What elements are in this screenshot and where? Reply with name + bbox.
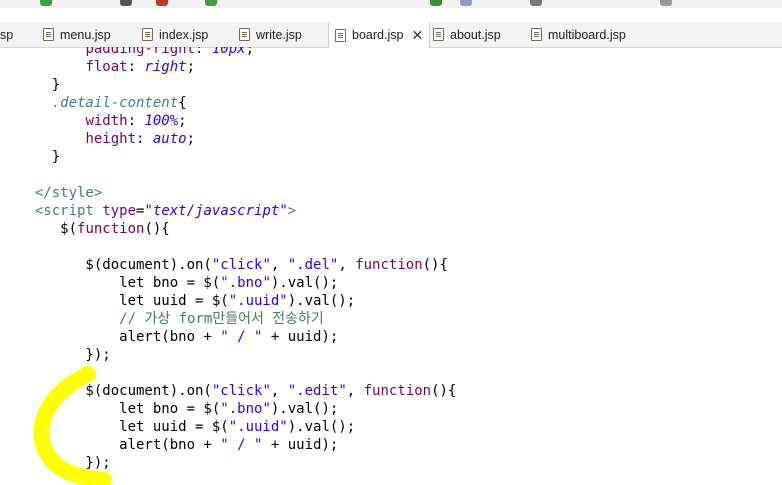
yellow-curve-marker <box>33 366 112 485</box>
